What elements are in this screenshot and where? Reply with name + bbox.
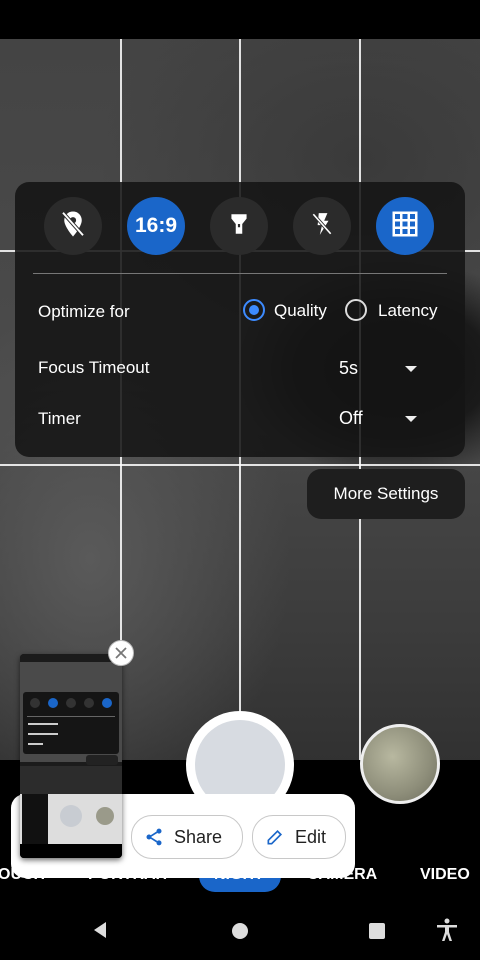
pencil-icon bbox=[265, 827, 285, 847]
timer-label: Timer bbox=[38, 409, 81, 428]
close-icon bbox=[114, 646, 128, 660]
latency-radio-label[interactable]: Latency bbox=[378, 301, 438, 321]
edit-label: Edit bbox=[295, 826, 327, 847]
aspect-ratio-label: 16:9 bbox=[134, 214, 178, 237]
system-navigation-bar bbox=[0, 896, 480, 960]
quality-radio-label[interactable]: Quality bbox=[274, 301, 327, 321]
chevron-down-icon bbox=[405, 416, 417, 422]
back-button[interactable] bbox=[90, 920, 110, 940]
accessibility-button[interactable] bbox=[436, 918, 458, 942]
share-icon bbox=[144, 827, 164, 847]
grid-icon bbox=[390, 209, 420, 244]
focus-timeout-label: Focus Timeout bbox=[38, 358, 150, 377]
edit-button[interactable]: Edit bbox=[252, 815, 346, 859]
mode-video[interactable]: VIDEO bbox=[420, 866, 470, 884]
flash-off-icon bbox=[309, 211, 335, 242]
quality-radio[interactable] bbox=[243, 299, 265, 321]
screenshot-preview-image bbox=[20, 654, 122, 858]
grid-line bbox=[0, 464, 480, 466]
timer-dropdown[interactable]: Off bbox=[333, 400, 433, 436]
quick-settings-panel: 16:9 Optimize for Quality Latency Focus … bbox=[15, 182, 465, 457]
aspect-ratio-button[interactable]: 16:9 bbox=[127, 197, 185, 255]
timer-value: Off bbox=[339, 408, 363, 428]
more-settings-button[interactable]: More Settings bbox=[307, 469, 465, 519]
torch-button[interactable] bbox=[210, 197, 268, 255]
close-preview-button[interactable] bbox=[108, 640, 134, 666]
overview-button[interactable] bbox=[368, 922, 386, 940]
chevron-down-icon bbox=[405, 366, 417, 372]
flashlight-icon bbox=[226, 211, 252, 242]
share-button[interactable]: Share bbox=[131, 815, 243, 859]
focus-timeout-value: 5s bbox=[339, 358, 359, 378]
screenshot-preview-thumbnail[interactable] bbox=[20, 654, 122, 858]
latency-radio[interactable] bbox=[345, 299, 367, 321]
focus-timeout-dropdown[interactable]: 5s bbox=[333, 350, 433, 386]
location-off-icon bbox=[58, 209, 88, 244]
accessibility-icon bbox=[437, 918, 457, 941]
grid-toggle-button[interactable] bbox=[376, 197, 434, 255]
home-icon bbox=[232, 923, 248, 939]
flash-off-button[interactable] bbox=[293, 197, 351, 255]
status-bar bbox=[0, 0, 480, 39]
optimize-for-label: Optimize for bbox=[38, 302, 130, 321]
recents-icon bbox=[369, 923, 385, 939]
gallery-thumbnail-button[interactable] bbox=[360, 724, 440, 804]
panel-divider bbox=[33, 273, 447, 274]
share-label: Share bbox=[174, 826, 223, 847]
back-icon bbox=[94, 922, 106, 938]
home-button[interactable] bbox=[230, 921, 250, 941]
location-off-button[interactable] bbox=[44, 197, 102, 255]
